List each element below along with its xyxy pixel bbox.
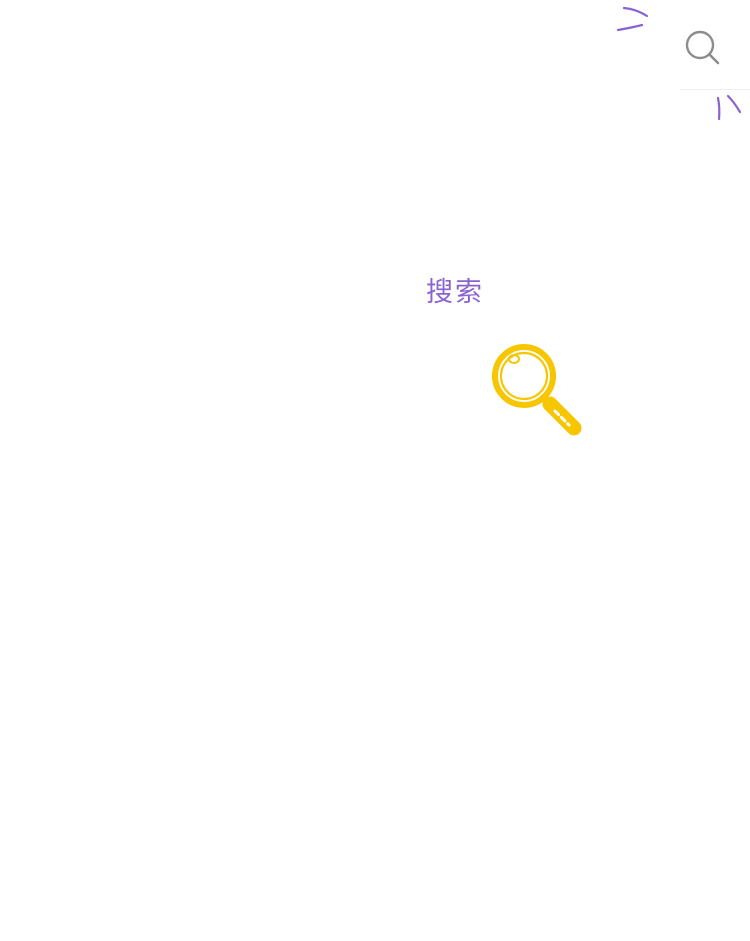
search-button[interactable] (680, 25, 726, 71)
header (0, 0, 750, 121)
search-page: 搜索 (0, 0, 750, 941)
magnifier-illustration-icon (492, 344, 582, 436)
decorative-strokes-icon (716, 94, 742, 121)
header-divider (680, 89, 750, 90)
search-icon (685, 30, 720, 65)
decorative-strokes-icon (616, 6, 649, 32)
page-title: 搜索 (426, 277, 484, 308)
